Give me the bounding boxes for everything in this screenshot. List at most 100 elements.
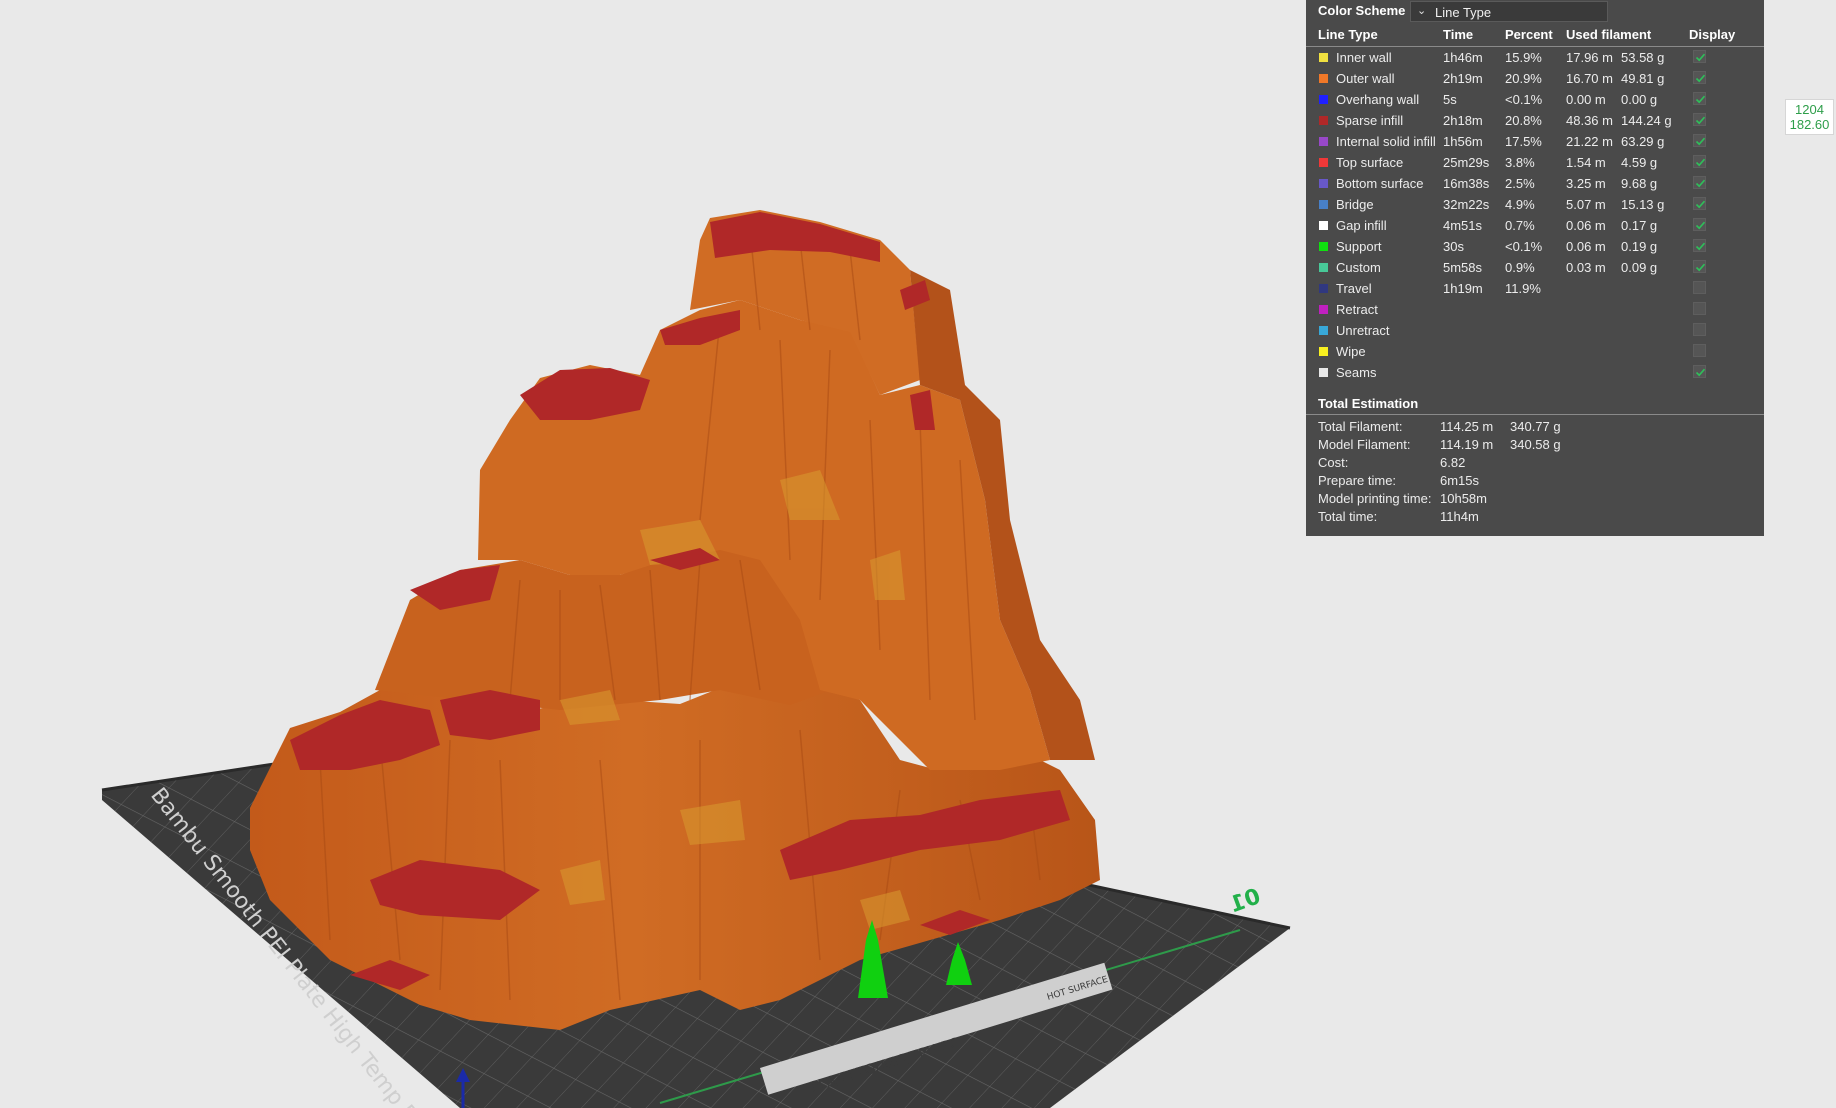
- color-swatch: [1319, 221, 1328, 230]
- header-time: Time: [1443, 27, 1474, 42]
- line-type-percent: 2.5%: [1505, 176, 1535, 191]
- line-type-weight: 0.09 g: [1621, 260, 1658, 275]
- line-type-name: Sparse infill: [1336, 113, 1404, 128]
- color-swatch: [1319, 347, 1328, 356]
- total-value-1: 114.25 m: [1440, 419, 1494, 434]
- total-row: Model Filament: 114.19 m 340.58 g: [1306, 435, 1764, 454]
- readout-line-1: 1204: [1795, 102, 1824, 117]
- line-type-name: Internal solid infill: [1336, 134, 1436, 149]
- color-swatch: [1319, 284, 1328, 293]
- display-checkbox[interactable]: [1693, 260, 1706, 273]
- display-checkbox[interactable]: [1693, 344, 1706, 357]
- line-type-row: Unretract: [1306, 320, 1764, 341]
- total-value-1: 6m15s: [1440, 473, 1480, 488]
- total-value-2: 340.58 g: [1510, 437, 1561, 452]
- coordinate-readout: 1204 182.60: [1785, 99, 1834, 135]
- line-type-name: Retract: [1336, 302, 1378, 317]
- check-icon: [1695, 53, 1706, 62]
- line-type-name: Bottom surface: [1336, 176, 1424, 191]
- color-swatch: [1319, 158, 1328, 167]
- line-type-weight: 15.13 g: [1621, 197, 1665, 212]
- line-type-row: Inner wall 1h46m 15.9% 17.96 m 53.58 g: [1306, 47, 1764, 68]
- check-icon: [1695, 137, 1706, 146]
- display-checkbox[interactable]: [1693, 302, 1706, 315]
- line-type-time: 1h19m: [1443, 281, 1483, 296]
- 3d-viewport[interactable]: Bambu Smooth PEI Plate High Temp Plate 0…: [0, 0, 1836, 1108]
- display-checkbox[interactable]: [1693, 176, 1706, 189]
- line-type-time: 5s: [1443, 92, 1457, 107]
- total-row: Total time: 11h4m: [1306, 507, 1764, 526]
- line-type-time: 5m58s: [1443, 260, 1483, 275]
- line-type-length: 17.96 m: [1566, 50, 1613, 65]
- line-type-row: Retract: [1306, 299, 1764, 320]
- line-type-name: Unretract: [1336, 323, 1390, 338]
- line-type-name: Outer wall: [1336, 71, 1395, 86]
- line-type-row: Wipe: [1306, 341, 1764, 362]
- chevron-down-icon: ⌄: [1417, 5, 1427, 17]
- total-row: Cost: 6.82: [1306, 453, 1764, 472]
- color-swatch: [1319, 263, 1328, 272]
- line-type-percent: 20.8%: [1505, 113, 1542, 128]
- line-type-weight: 0.17 g: [1621, 218, 1658, 233]
- check-icon: [1695, 74, 1706, 83]
- color-swatch: [1319, 137, 1328, 146]
- legend-panel: Color Scheme ⌄ Line Type Line Type Time …: [1306, 0, 1764, 536]
- line-type-time: 16m38s: [1443, 176, 1490, 191]
- total-label: Prepare time:: [1318, 473, 1397, 488]
- header-line-type: Line Type: [1318, 27, 1378, 42]
- line-type-name: Wipe: [1336, 344, 1366, 359]
- line-type-percent: 3.8%: [1505, 155, 1535, 170]
- check-icon: [1695, 179, 1706, 188]
- check-icon: [1695, 200, 1706, 209]
- display-checkbox[interactable]: [1693, 71, 1706, 84]
- display-checkbox[interactable]: [1693, 365, 1706, 378]
- display-checkbox[interactable]: [1693, 197, 1706, 210]
- display-checkbox[interactable]: [1693, 218, 1706, 231]
- display-checkbox[interactable]: [1693, 50, 1706, 63]
- line-type-length: 5.07 m: [1566, 197, 1606, 212]
- line-type-length: 0.00 m: [1566, 92, 1606, 107]
- line-type-time: 25m29s: [1443, 155, 1490, 170]
- line-type-name: Bridge: [1336, 197, 1374, 212]
- display-checkbox[interactable]: [1693, 155, 1706, 168]
- color-scheme-row: Color Scheme ⌄ Line Type: [1306, 0, 1764, 22]
- plate-number: 01: [1227, 884, 1264, 918]
- line-type-percent: 15.9%: [1505, 50, 1542, 65]
- display-checkbox[interactable]: [1693, 323, 1706, 336]
- display-checkbox[interactable]: [1693, 239, 1706, 252]
- total-value-2: 340.77 g: [1510, 419, 1561, 434]
- line-type-length: 16.70 m: [1566, 71, 1613, 86]
- display-checkbox[interactable]: [1693, 92, 1706, 105]
- check-icon: [1695, 158, 1706, 167]
- line-type-row: Support 30s <0.1% 0.06 m 0.19 g: [1306, 236, 1764, 257]
- check-icon: [1695, 263, 1706, 272]
- color-swatch: [1319, 326, 1328, 335]
- line-type-percent: 0.7%: [1505, 218, 1535, 233]
- color-scheme-dropdown[interactable]: ⌄ Line Type: [1410, 1, 1608, 22]
- rock-model[interactable]: [250, 210, 1100, 1030]
- color-scheme-value: Line Type: [1435, 5, 1492, 20]
- line-type-row: Sparse infill 2h18m 20.8% 48.36 m 144.24 g: [1306, 110, 1764, 131]
- total-row: Model printing time: 10h58m: [1306, 489, 1764, 508]
- check-icon: [1695, 242, 1706, 251]
- display-checkbox[interactable]: [1693, 281, 1706, 294]
- display-checkbox[interactable]: [1693, 134, 1706, 147]
- line-type-time: 32m22s: [1443, 197, 1490, 212]
- line-type-length: 1.54 m: [1566, 155, 1606, 170]
- color-swatch: [1319, 200, 1328, 209]
- line-type-percent: <0.1%: [1505, 239, 1543, 254]
- total-label: Model Filament:: [1318, 437, 1411, 452]
- color-swatch: [1319, 95, 1328, 104]
- display-checkbox[interactable]: [1693, 113, 1706, 126]
- line-type-weight: 49.81 g: [1621, 71, 1665, 86]
- line-type-length: 0.06 m: [1566, 218, 1606, 233]
- line-type-row: Gap infill 4m51s 0.7% 0.06 m 0.17 g: [1306, 215, 1764, 236]
- color-swatch: [1319, 53, 1328, 62]
- line-type-row: Travel 1h19m 11.9%: [1306, 278, 1764, 299]
- line-type-name: Custom: [1336, 260, 1381, 275]
- color-scheme-title: Color Scheme: [1318, 3, 1406, 18]
- line-type-weight: 53.58 g: [1621, 50, 1665, 65]
- line-type-percent: 0.9%: [1505, 260, 1535, 275]
- line-type-time: 2h19m: [1443, 71, 1483, 86]
- line-type-name: Support: [1336, 239, 1382, 254]
